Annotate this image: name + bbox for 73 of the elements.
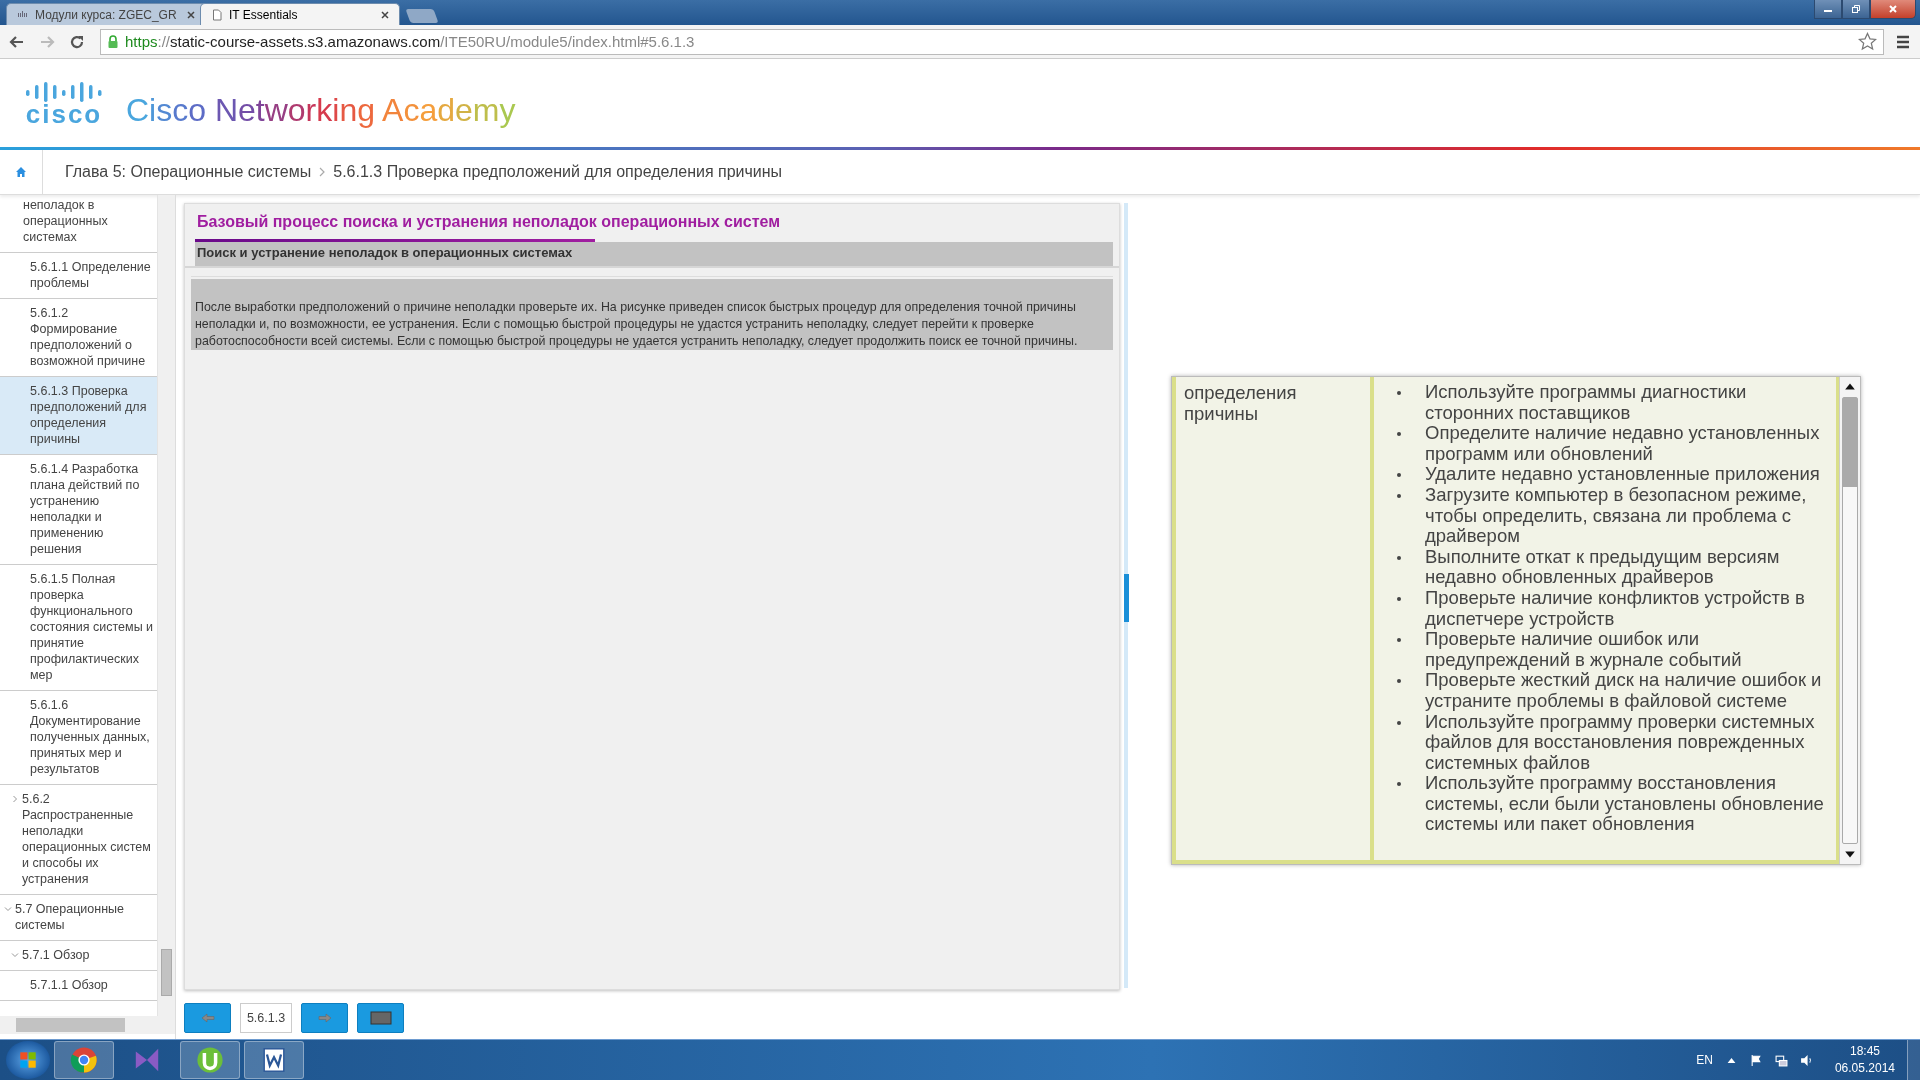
- address-bar[interactable]: https://static-course-assets.s3.amazonaws.com/ITE50RU/module5/index.html#5.6.1.3: [100, 28, 1884, 55]
- taskbar-app-button[interactable]: [54, 1041, 114, 1079]
- chevron-down-icon: [4, 905, 12, 913]
- bullet-icon: [1397, 473, 1401, 478]
- scrollbar[interactable]: [157, 195, 175, 1016]
- chevron-down-icon: [11, 951, 19, 959]
- taskbar-app-button[interactable]: [244, 1041, 304, 1079]
- bullet-icon: [1397, 596, 1401, 601]
- bullet-icon: [1397, 720, 1401, 725]
- bullet-icon: [1397, 493, 1401, 498]
- page-icon: [211, 8, 223, 21]
- list-item: Используйте программу восстановления системы, если были установлены обновление системы или пакет обновления: [1425, 773, 1825, 836]
- restore-button[interactable]: [1842, 0, 1870, 19]
- section-title: Базовый процесс поиска и устранения неполадок операционных систем: [197, 212, 782, 232]
- bullet-icon: [1397, 555, 1401, 560]
- clock-time[interactable]: 18:45: [1849, 1043, 1880, 1060]
- close-icon[interactable]: [381, 10, 389, 19]
- list-item: Выполните откат к предыдущим версиям недавно обновленных драйверов: [1425, 546, 1781, 588]
- bullet-icon: [1397, 432, 1401, 437]
- network-icon[interactable]: [1774, 1053, 1788, 1067]
- table-cell: определения причины: [1176, 377, 1374, 860]
- minimize-button[interactable]: [1814, 0, 1842, 19]
- list-item: Удалите недавно установленные приложения: [1425, 464, 1820, 485]
- logo-text: cisco: [25, 102, 103, 126]
- home-icon: [15, 166, 27, 178]
- list-item: Загрузите компьютер в безопасном режиме, чтобы определить, связана ли проблема с драйвером: [1425, 484, 1807, 547]
- list-item: Проверьте жесткий диск на наличие ошибок и устраните проблемы в файловой системе: [1425, 670, 1823, 712]
- scrollbar[interactable]: [1839, 377, 1860, 864]
- sidebar-item[interactable]: 5.6.1.3 Проверка предположений для определения причины: [0, 377, 158, 455]
- page-number: 5.6.1.3: [240, 1003, 292, 1033]
- clock-date[interactable]: 06.05.2014: [1834, 1060, 1895, 1077]
- arrow-down-icon[interactable]: [1844, 850, 1856, 860]
- browser-icon: [70, 1046, 98, 1074]
- site-title: Cisco Networking Academy: [126, 91, 516, 129]
- close-button[interactable]: [1870, 0, 1916, 19]
- arrow-right-icon: [317, 1013, 332, 1023]
- arrow-left-icon: [200, 1013, 215, 1023]
- chevron-right-icon: [319, 167, 326, 177]
- rectangle-icon: [369, 1011, 392, 1025]
- scrollbar[interactable]: [0, 1016, 175, 1034]
- flag-icon[interactable]: [1749, 1053, 1763, 1067]
- star-icon[interactable]: [1858, 32, 1877, 51]
- start-button[interactable]: [6, 1041, 50, 1079]
- list-item: Используйте программу проверки системных файлов для восстановления поврежденных системных файлов: [1425, 711, 1816, 774]
- windows-logo-icon: [17, 1049, 39, 1071]
- media-button[interactable]: [357, 1003, 404, 1033]
- taskbar-app-button[interactable]: [180, 1041, 240, 1079]
- close-icon[interactable]: [187, 10, 195, 19]
- list-item: Проверьте наличие конфликтов устройств в диспетчере устройств: [1425, 587, 1806, 630]
- restore-icon: [1851, 4, 1861, 14]
- close-icon: [1888, 4, 1898, 14]
- list-item: Проверьте наличие ошибок или предупреждений в журнале событий: [1425, 629, 1743, 671]
- browser-tab[interactable]: IT Essentials: [200, 3, 400, 25]
- url-text: https://static-course-assets.s3.amazonaws.com/ITE50RU/module5/index.html#5.6.1.3: [125, 33, 696, 50]
- bullet-icon: [1397, 638, 1401, 643]
- circle-icon: [196, 1046, 224, 1074]
- splitter-handle[interactable]: [1124, 574, 1129, 622]
- breadcrumb-link[interactable]: Глава 5: Операционные системы: [65, 163, 312, 181]
- logo-bars-icon: [24, 80, 104, 102]
- body-text: После выработки предположений о причине неполадки проверьте их. На рисунке приведен список быстрых процедур для определения точной причины неполадки и, по возможности, ее устранения. Если с помощью быстрой процедуры не удастся устранить неполадку, следует перейти к проверке работоспособности всей системы. Если с помощью быстрой процедуры не удается устранить неполадку, следует продолжить поиск ее точной причины.: [191, 279, 1113, 350]
- list-item: Используйте программы диагностики сторонних поставщиков: [1425, 382, 1748, 424]
- chevron-right-icon: [11, 795, 19, 803]
- language-indicator[interactable]: EN: [1696, 1053, 1713, 1067]
- breadcrumb-link[interactable]: 5.6.1.3 Проверка предположений для определения причины: [333, 163, 783, 181]
- bullet-icon: [1397, 391, 1401, 395]
- lock-icon: [107, 34, 119, 49]
- new-tab-button[interactable]: [405, 9, 439, 23]
- arrow-up-icon[interactable]: [1844, 381, 1856, 391]
- list-item: Определите наличие недавно установленных программ или обновлений: [1425, 423, 1821, 465]
- speaker-icon[interactable]: [1799, 1053, 1813, 1067]
- section-subtitle: Поиск и устранение неполадок в операционных системах: [195, 242, 1113, 266]
- bullet-icon: [1397, 782, 1401, 787]
- bullet-icon: [1397, 679, 1401, 684]
